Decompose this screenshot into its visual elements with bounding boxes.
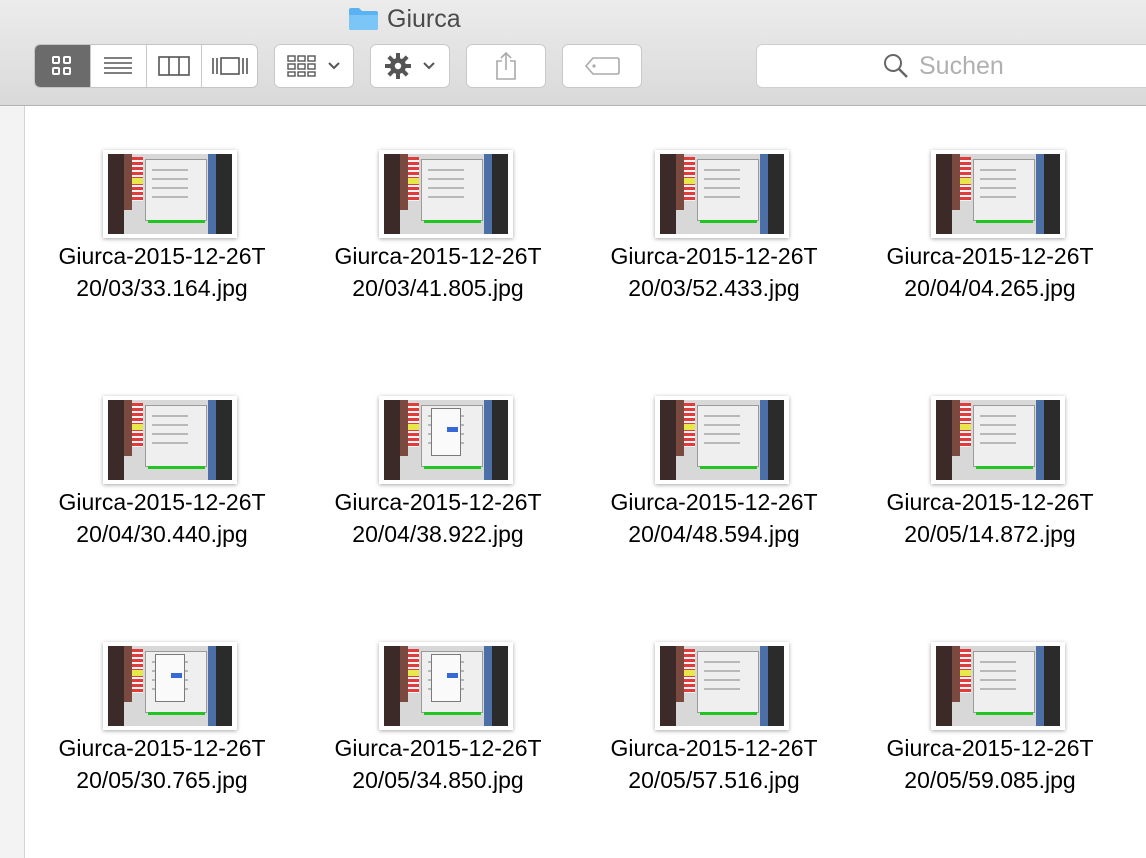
file-thumbnail[interactable]: [379, 150, 513, 238]
file-name-line1: Giurca-2015-12-26T: [58, 735, 266, 761]
file-name[interactable]: Giurca-2015-12-26T 20/04/30.440.jpg: [19, 486, 305, 550]
file-name-line1: Giurca-2015-12-26T: [886, 735, 1094, 761]
file-name[interactable]: Giurca-2015-12-26T 20/05/34.850.jpg: [295, 732, 581, 796]
window-title-text: Giurca: [387, 4, 461, 33]
file-name-line2: 20/03/33.164.jpg: [76, 275, 248, 301]
file-thumbnail[interactable]: [103, 150, 237, 238]
column-view-button[interactable]: [147, 45, 203, 87]
file-name-line1: Giurca-2015-12-26T: [58, 243, 266, 269]
file-name-line2: 20/05/34.850.jpg: [352, 767, 524, 793]
file-thumbnail[interactable]: [103, 396, 237, 484]
file-name-line2: 20/04/38.922.jpg: [352, 521, 524, 547]
file-name[interactable]: Giurca-2015-12-26T 20/04/38.922.jpg: [295, 486, 581, 550]
arrange-grid-icon: [287, 55, 316, 77]
file-name-line1: Giurca-2015-12-26T: [58, 489, 266, 515]
file-name[interactable]: Giurca-2015-12-26T 20/04/48.594.jpg: [571, 486, 857, 550]
screenshot-preview: [384, 154, 508, 234]
file-thumbnail[interactable]: [931, 396, 1065, 484]
file-name[interactable]: Giurca-2015-12-26T 20/03/33.164.jpg: [19, 240, 305, 304]
file-name[interactable]: Giurca-2015-12-26T 20/05/14.872.jpg: [847, 486, 1133, 550]
column-view-icon: [158, 56, 190, 76]
file-name-line2: 20/05/14.872.jpg: [904, 521, 1076, 547]
screenshot-preview: [108, 646, 232, 726]
tag-icon: [584, 57, 620, 75]
folder-icon: [349, 8, 378, 30]
search-icon: [884, 54, 908, 78]
file-name-line2: 20/04/04.265.jpg: [904, 275, 1076, 301]
icon-view-icon: [52, 56, 72, 75]
file-name[interactable]: Giurca-2015-12-26T 20/03/52.433.jpg: [571, 240, 857, 304]
screenshot-preview: [660, 400, 784, 480]
file-name[interactable]: Giurca-2015-12-26T 20/04/04.265.jpg: [847, 240, 1133, 304]
file-grid: Giurca-2015-12-26T 20/03/33.164.jpg Giurca…: [24, 106, 1146, 858]
share-button[interactable]: [466, 44, 546, 88]
search-input[interactable]: [919, 51, 1029, 81]
file-name-line1: Giurca-2015-12-26T: [334, 243, 542, 269]
file-name-line1: Giurca-2015-12-26T: [334, 489, 542, 515]
screenshot-preview: [936, 646, 1060, 726]
screenshot-preview: [384, 400, 508, 480]
screenshot-preview: [660, 154, 784, 234]
window-title: Giurca: [348, 4, 461, 34]
file-name-line2: 20/05/57.516.jpg: [628, 767, 800, 793]
file-thumbnail[interactable]: [379, 642, 513, 730]
action-button[interactable]: [370, 44, 450, 88]
file-name-line1: Giurca-2015-12-26T: [610, 489, 818, 515]
share-icon: [496, 51, 516, 80]
toolbar: Giurca: [0, 0, 1146, 106]
file-name[interactable]: Giurca-2015-12-26T 20/05/30.765.jpg: [19, 732, 305, 796]
list-view-icon: [104, 57, 133, 74]
file-name-line2: 20/03/41.805.jpg: [352, 275, 524, 301]
screenshot-preview: [384, 646, 508, 726]
arrange-button[interactable]: [274, 44, 354, 88]
file-thumbnail[interactable]: [103, 642, 237, 730]
view-mode-control: [34, 44, 258, 88]
file-name-line1: Giurca-2015-12-26T: [610, 243, 818, 269]
screenshot-preview: [936, 400, 1060, 480]
file-name-line2: 20/04/30.440.jpg: [76, 521, 248, 547]
screenshot-preview: [660, 646, 784, 726]
file-thumbnail[interactable]: [655, 642, 789, 730]
file-name-line2: 20/03/52.433.jpg: [628, 275, 800, 301]
file-name-line2: 20/04/48.594.jpg: [628, 521, 800, 547]
gear-icon: [385, 53, 411, 79]
file-thumbnail[interactable]: [379, 396, 513, 484]
file-name[interactable]: Giurca-2015-12-26T 20/05/59.085.jpg: [847, 732, 1133, 796]
tag-button[interactable]: [562, 44, 642, 88]
file-name-line1: Giurca-2015-12-26T: [610, 735, 818, 761]
file-name-line1: Giurca-2015-12-26T: [886, 243, 1094, 269]
file-thumbnail[interactable]: [931, 150, 1065, 238]
file-name-line1: Giurca-2015-12-26T: [886, 489, 1094, 515]
chevron-down-icon: [328, 62, 340, 70]
file-thumbnail[interactable]: [655, 150, 789, 238]
file-name[interactable]: Giurca-2015-12-26T 20/03/41.805.jpg: [295, 240, 581, 304]
screenshot-preview: [108, 154, 232, 234]
file-thumbnail[interactable]: [655, 396, 789, 484]
cover-flow-view-button[interactable]: [202, 45, 257, 87]
list-view-button[interactable]: [91, 45, 147, 87]
screenshot-preview: [936, 154, 1060, 234]
icon-view-button[interactable]: [35, 45, 91, 87]
file-name-line1: Giurca-2015-12-26T: [334, 735, 542, 761]
cover-flow-icon: [211, 57, 248, 75]
chevron-down-icon: [423, 62, 435, 70]
file-name-line2: 20/05/30.765.jpg: [76, 767, 248, 793]
file-thumbnail[interactable]: [931, 642, 1065, 730]
file-name[interactable]: Giurca-2015-12-26T 20/05/57.516.jpg: [571, 732, 857, 796]
search-field[interactable]: [756, 44, 1146, 88]
screenshot-preview: [108, 400, 232, 480]
file-name-line2: 20/05/59.085.jpg: [904, 767, 1076, 793]
